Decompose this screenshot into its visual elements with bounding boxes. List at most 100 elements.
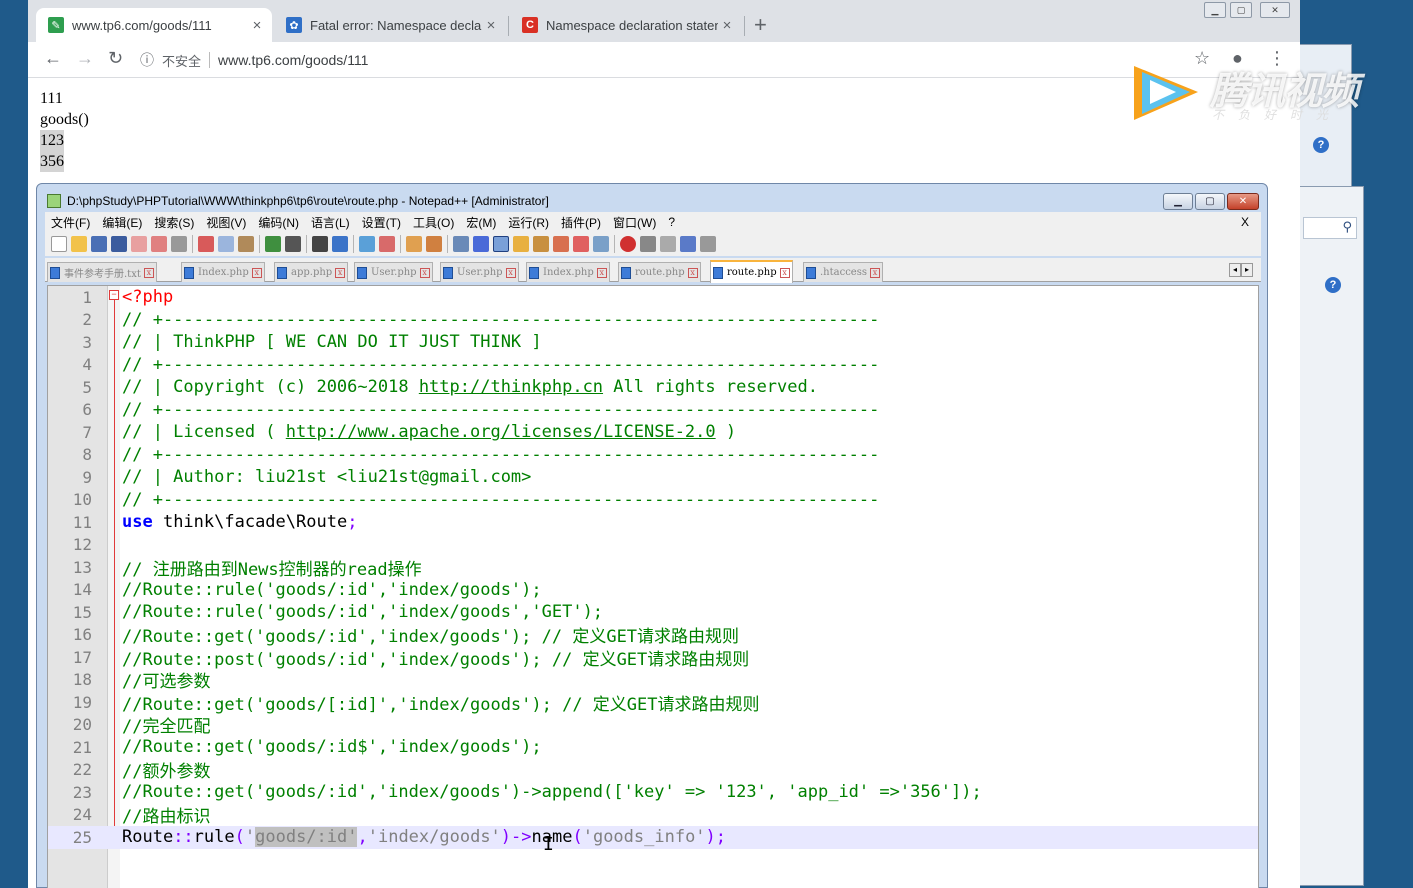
zoom-in-icon[interactable] xyxy=(359,236,375,252)
close-tab-icon[interactable]: x xyxy=(505,267,516,278)
info-icon[interactable]: ⓘ xyxy=(140,50,154,70)
document-tab[interactable]: 事件参考手册.txt x xyxy=(47,262,157,282)
close-tab-icon[interactable]: x xyxy=(335,267,346,278)
url-text[interactable]: www.tp6.com/goods/111 xyxy=(218,52,368,68)
close-tab-icon[interactable]: × xyxy=(718,17,736,34)
menu-run[interactable]: 运行(R) xyxy=(508,214,549,231)
search-box[interactable]: ⚲ xyxy=(1303,217,1357,239)
code-line[interactable]: 23 //Route::get('goods/:id','index/goods'… xyxy=(48,781,1258,804)
close-tab-icon[interactable]: x xyxy=(251,267,262,278)
close-tab-icon[interactable]: × xyxy=(482,17,500,34)
save-icon[interactable] xyxy=(91,236,107,252)
menu-help[interactable]: ? xyxy=(668,215,675,229)
show-all-chars-icon[interactable] xyxy=(473,236,489,252)
document-tab-active[interactable]: route.php x xyxy=(710,260,793,283)
udl-icon[interactable] xyxy=(513,236,529,252)
close-all-icon[interactable] xyxy=(151,236,167,252)
word-wrap-icon[interactable] xyxy=(453,236,469,252)
menu-macro[interactable]: 宏(M) xyxy=(466,214,496,231)
play-multiple-icon[interactable] xyxy=(680,236,696,252)
indent-guide-icon[interactable] xyxy=(493,236,509,252)
close-window-button[interactable]: ✕ xyxy=(1227,193,1259,210)
replace-icon[interactable] xyxy=(332,236,348,252)
minimize-button[interactable]: ▁ xyxy=(1204,2,1226,18)
help-icon[interactable]: ? xyxy=(1313,137,1329,153)
reload-icon[interactable]: ↻ xyxy=(108,48,123,69)
maximize-button[interactable]: ▢ xyxy=(1230,2,1252,18)
document-tab[interactable]: User.php x xyxy=(440,262,519,282)
menu-edit[interactable]: 编辑(E) xyxy=(102,214,142,231)
code-line[interactable]: 8 // +-----------------------------------… xyxy=(48,444,1258,467)
code-line[interactable]: 20 //完全匹配 xyxy=(48,714,1258,737)
close-tab-icon[interactable]: x xyxy=(596,267,607,278)
forward-arrow-icon[interactable]: → xyxy=(76,48,94,69)
code-editor[interactable]: − 1 <?php 2// +---------------------------… xyxy=(47,285,1259,888)
tab-scroll-left-icon[interactable]: ◂ xyxy=(1229,263,1241,277)
close-tab-icon[interactable]: × xyxy=(248,17,266,34)
help-icon[interactable]: ? xyxy=(1325,277,1341,293)
document-tab[interactable]: User.php x xyxy=(354,262,433,282)
monitoring-icon[interactable] xyxy=(593,236,609,252)
menu-settings[interactable]: 设置(T) xyxy=(362,214,401,231)
undo-icon[interactable] xyxy=(265,236,281,252)
browser-tab[interactable]: C Namespace declaration staten × xyxy=(510,8,742,42)
new-tab-button[interactable]: + xyxy=(754,12,767,38)
menu-view[interactable]: 视图(V) xyxy=(206,214,246,231)
code-line[interactable]: 7 // | Licensed ( http://www.apache.org/l… xyxy=(48,421,1258,444)
code-line[interactable]: 5 // | Copyright (c) 2006~2018 http://thi… xyxy=(48,376,1258,399)
browser-tab[interactable]: ✿ Fatal error: Namespace declar × xyxy=(274,8,506,42)
close-tab-icon[interactable]: x xyxy=(779,267,790,278)
close-tab-icon[interactable]: x xyxy=(869,267,880,278)
menu-file[interactable]: 文件(F) xyxy=(51,214,90,231)
sync-scroll-h-icon[interactable] xyxy=(426,236,442,252)
tab-scroll-right-icon[interactable]: ▸ xyxy=(1241,263,1253,277)
code-line[interactable]: 1 <?php xyxy=(48,286,1258,309)
code-line[interactable]: 6 // +-----------------------------------… xyxy=(48,399,1258,422)
code-line[interactable]: 10 // +----------------------------------… xyxy=(48,489,1258,512)
browser-tab[interactable]: ✎ www.tp6.com/goods/111 × xyxy=(36,8,272,42)
new-file-icon[interactable] xyxy=(51,236,67,252)
close-tab-icon[interactable]: x xyxy=(687,267,698,278)
code-line[interactable]: 21 //Route::get('goods/:id$','index/goods… xyxy=(48,736,1258,759)
code-line[interactable]: 15 //Route::rule('goods/:id','index/goods… xyxy=(48,601,1258,624)
copy-icon[interactable] xyxy=(218,236,234,252)
close-tab-icon[interactable]: x xyxy=(419,267,430,278)
menu-plugins[interactable]: 插件(P) xyxy=(561,214,601,231)
close-document-button[interactable]: X xyxy=(1241,215,1249,229)
code-line[interactable]: 24 //路由标识 xyxy=(48,804,1258,827)
close-file-icon[interactable] xyxy=(131,236,147,252)
code-line[interactable]: 9 // | Author: liu21st <liu21st@gmail.com… xyxy=(48,466,1258,489)
menu-encoding[interactable]: 编码(N) xyxy=(258,214,299,231)
sync-scroll-v-icon[interactable] xyxy=(406,236,422,252)
record-macro-icon[interactable] xyxy=(620,236,636,252)
menu-tools[interactable]: 工具(O) xyxy=(413,214,454,231)
print-icon[interactable] xyxy=(171,236,187,252)
menu-language[interactable]: 语言(L) xyxy=(311,214,350,231)
function-list-icon[interactable] xyxy=(553,236,569,252)
code-line[interactable]: 3 // | ThinkPHP [ WE CAN DO IT JUST THINK… xyxy=(48,331,1258,354)
address-bar[interactable]: ⓘ 不安全 www.tp6.com/goods/111 xyxy=(140,46,1190,74)
document-tab[interactable]: Index.php x xyxy=(526,262,610,282)
paste-icon[interactable] xyxy=(238,236,254,252)
document-tab[interactable]: route.php x xyxy=(618,262,701,282)
document-tab[interactable]: Index.php x xyxy=(181,262,265,282)
stop-macro-icon[interactable] xyxy=(640,236,656,252)
code-line[interactable]: 11 use think\facade\Route; xyxy=(48,511,1258,534)
code-line[interactable]: 12 xyxy=(48,534,1258,557)
close-tab-icon[interactable]: x xyxy=(143,267,154,278)
zoom-out-icon[interactable] xyxy=(379,236,395,252)
document-tab[interactable]: app.php x xyxy=(274,262,349,282)
code-line[interactable]: 19 //Route::get('goods/[:id]','index/good… xyxy=(48,691,1258,715)
play-macro-icon[interactable] xyxy=(660,236,676,252)
redo-icon[interactable] xyxy=(285,236,301,252)
code-line[interactable]: 2 // +-----------------------------------… xyxy=(48,309,1258,332)
code-line[interactable]: 13 // 注册路由到News控制器的read操作 xyxy=(48,556,1258,580)
cut-icon[interactable] xyxy=(198,236,214,252)
code-line[interactable]: 17 //Route::post('goods/:id','index/goods… xyxy=(48,646,1258,670)
maximize-button[interactable]: ▢ xyxy=(1195,193,1225,210)
code-line[interactable]: 18 //可选参数 xyxy=(48,669,1258,692)
folder-workspace-icon[interactable] xyxy=(573,236,589,252)
code-line[interactable]: 16 //Route::get('goods/:id','index/goods'… xyxy=(48,624,1258,647)
menu-window[interactable]: 窗口(W) xyxy=(613,214,656,231)
close-window-button[interactable]: ✕ xyxy=(1260,2,1290,18)
